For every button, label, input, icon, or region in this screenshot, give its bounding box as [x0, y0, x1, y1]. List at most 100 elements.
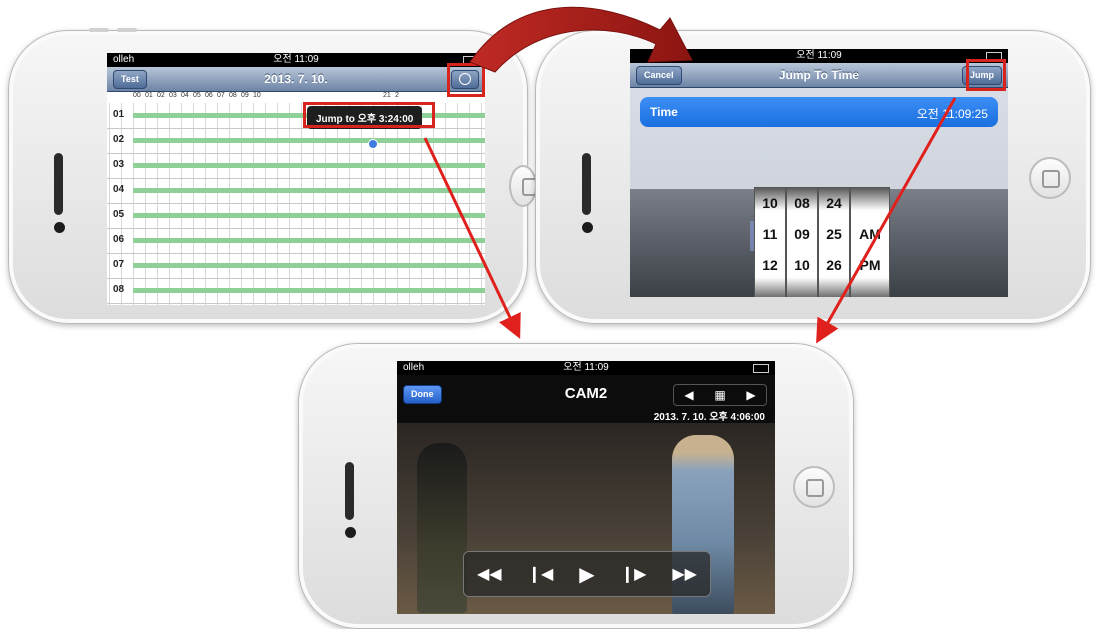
channel-row[interactable]: 05	[107, 203, 485, 229]
ampm-option[interactable]: PM	[851, 250, 889, 281]
status-bar: olleh 오전 11:09	[397, 361, 775, 375]
channel-label: 07	[113, 259, 125, 270]
speaker	[54, 153, 63, 215]
clock-label: 오전 11:09	[563, 362, 609, 373]
record-bar	[133, 213, 485, 218]
hour-label: 2	[395, 92, 399, 99]
record-bar	[133, 238, 485, 243]
front-camera	[582, 222, 593, 233]
channel-label: 06	[113, 234, 125, 245]
phone-jump-to-time: 오전 11:09 Jump To Time Cancel Jump Time 오…	[535, 30, 1091, 324]
channel-label: 05	[113, 209, 125, 220]
player-header: Done CAM2 ◀ ▦ ▶ 2013. 7. 10. 오후 4:06:00	[397, 375, 775, 423]
status-bar: olleh 오전 11:09	[107, 53, 485, 67]
jump-to-time-screen: 오전 11:09 Jump To Time Cancel Jump Time 오…	[630, 49, 1008, 297]
volume-button	[117, 28, 137, 32]
channel-label: 02	[113, 134, 125, 145]
back-button[interactable]: Test	[113, 70, 147, 89]
navigation-bar: Jump To Time Cancel Jump	[630, 63, 1008, 88]
clock-label: 오전 11:09	[273, 54, 319, 65]
hour-label: 09	[241, 92, 249, 99]
status-bar: 오전 11:09	[630, 49, 1008, 63]
record-bar	[133, 188, 485, 193]
second-option[interactable]: 25	[819, 219, 849, 250]
record-bar	[133, 163, 485, 168]
time-row-label: Time	[650, 105, 678, 119]
hour-label: 10	[253, 92, 261, 99]
navigation-bar: 2013. 7. 10. Test	[107, 67, 485, 92]
home-button[interactable]	[509, 165, 540, 207]
channel-label: 03	[113, 159, 125, 170]
previous-camera-icon[interactable]: ◀	[684, 385, 693, 405]
clock-button-highlight	[447, 63, 485, 97]
hour-label: 05	[193, 92, 201, 99]
cancel-button[interactable]: Cancel	[636, 66, 682, 85]
record-bar	[133, 288, 485, 293]
hour-label: 07	[217, 92, 225, 99]
tooltip-highlight	[303, 102, 435, 128]
hour-header: 00 01 02 03 04 05 06 07 08 09 10 21 2	[133, 92, 485, 102]
channel-row[interactable]: 08	[107, 278, 485, 304]
home-button[interactable]	[793, 466, 835, 508]
minute-option[interactable]: 10	[787, 250, 817, 281]
ampm-wheel[interactable]: AM PM	[850, 187, 890, 297]
playback-timestamp: 2013. 7. 10. 오후 4:06:00	[653, 412, 765, 423]
play-icon[interactable]: ▶	[579, 562, 594, 587]
channel-row[interactable]: 07	[107, 253, 485, 279]
page-title: 2013. 7. 10.	[264, 72, 328, 86]
channel-label: 01	[113, 109, 125, 120]
step-forward-icon[interactable]: ❙▶	[621, 564, 647, 584]
speaker	[582, 153, 591, 215]
record-bar	[133, 138, 485, 143]
home-button[interactable]	[1029, 157, 1071, 199]
page-title: Jump To Time	[778, 68, 860, 82]
minute-option[interactable]: 09	[787, 219, 817, 250]
channel-row[interactable]: 02	[107, 128, 485, 154]
time-marker[interactable]	[368, 139, 378, 149]
hour-label: 06	[205, 92, 213, 99]
rewind-icon[interactable]: ◀◀	[477, 564, 502, 584]
jump-button-highlight	[966, 59, 1006, 91]
hour-option[interactable]: 12	[755, 250, 785, 281]
front-camera	[54, 222, 65, 233]
ampm-option[interactable]	[851, 188, 889, 219]
channel-row[interactable]: 03	[107, 153, 485, 179]
person-left-figure	[417, 443, 467, 613]
second-wheel[interactable]: 24 25 26	[818, 187, 850, 297]
minute-option[interactable]: 08	[787, 188, 817, 219]
camera-switcher: ◀ ▦ ▶	[673, 384, 767, 406]
channel-label: 04	[113, 184, 125, 195]
hour-label: 04	[181, 92, 189, 99]
step-back-icon[interactable]: ❙◀	[528, 564, 554, 584]
hour-label: 03	[169, 92, 177, 99]
hour-label: 00	[133, 92, 141, 99]
second-option[interactable]: 26	[819, 250, 849, 281]
hour-label: 02	[157, 92, 165, 99]
volume-button	[89, 28, 109, 32]
hour-option[interactable]: 11	[755, 219, 785, 250]
speaker	[345, 462, 354, 520]
channel-row[interactable]: 04	[107, 178, 485, 204]
hour-label: 01	[145, 92, 153, 99]
hour-label: 08	[229, 92, 237, 99]
channel-list: 01 02 03 04 05 06 07 08	[107, 103, 485, 305]
fast-forward-icon[interactable]: ▶▶	[672, 564, 697, 584]
time-row-value: 오전 11:09:25	[916, 107, 988, 121]
channel-label: 08	[113, 284, 125, 295]
record-bar	[133, 263, 485, 268]
playback-controls: ◀◀ ❙◀ ▶ ❙▶ ▶▶	[463, 551, 711, 597]
hour-wheel[interactable]: 10 11 12	[754, 187, 786, 297]
battery-icon	[753, 364, 769, 373]
timeline-screen: olleh 오전 11:09 2013. 7. 10. Test 00 01 0…	[107, 53, 485, 305]
hour-option[interactable]: 10	[755, 188, 785, 219]
ampm-option[interactable]: AM	[851, 219, 889, 250]
second-option[interactable]: 24	[819, 188, 849, 219]
grid-view-icon[interactable]: ▦	[714, 385, 725, 405]
minute-wheel[interactable]: 08 09 10	[786, 187, 818, 297]
phone-playback: olleh 오전 11:09 Done CAM2 ◀ ▦ ▶ 2013. 7. …	[298, 343, 854, 629]
playback-screen: olleh 오전 11:09 Done CAM2 ◀ ▦ ▶ 2013. 7. …	[397, 361, 775, 614]
front-camera	[345, 527, 356, 538]
time-row[interactable]: Time 오전 11:09:25	[640, 97, 998, 127]
next-camera-icon[interactable]: ▶	[746, 385, 755, 405]
channel-row[interactable]: 06	[107, 228, 485, 254]
